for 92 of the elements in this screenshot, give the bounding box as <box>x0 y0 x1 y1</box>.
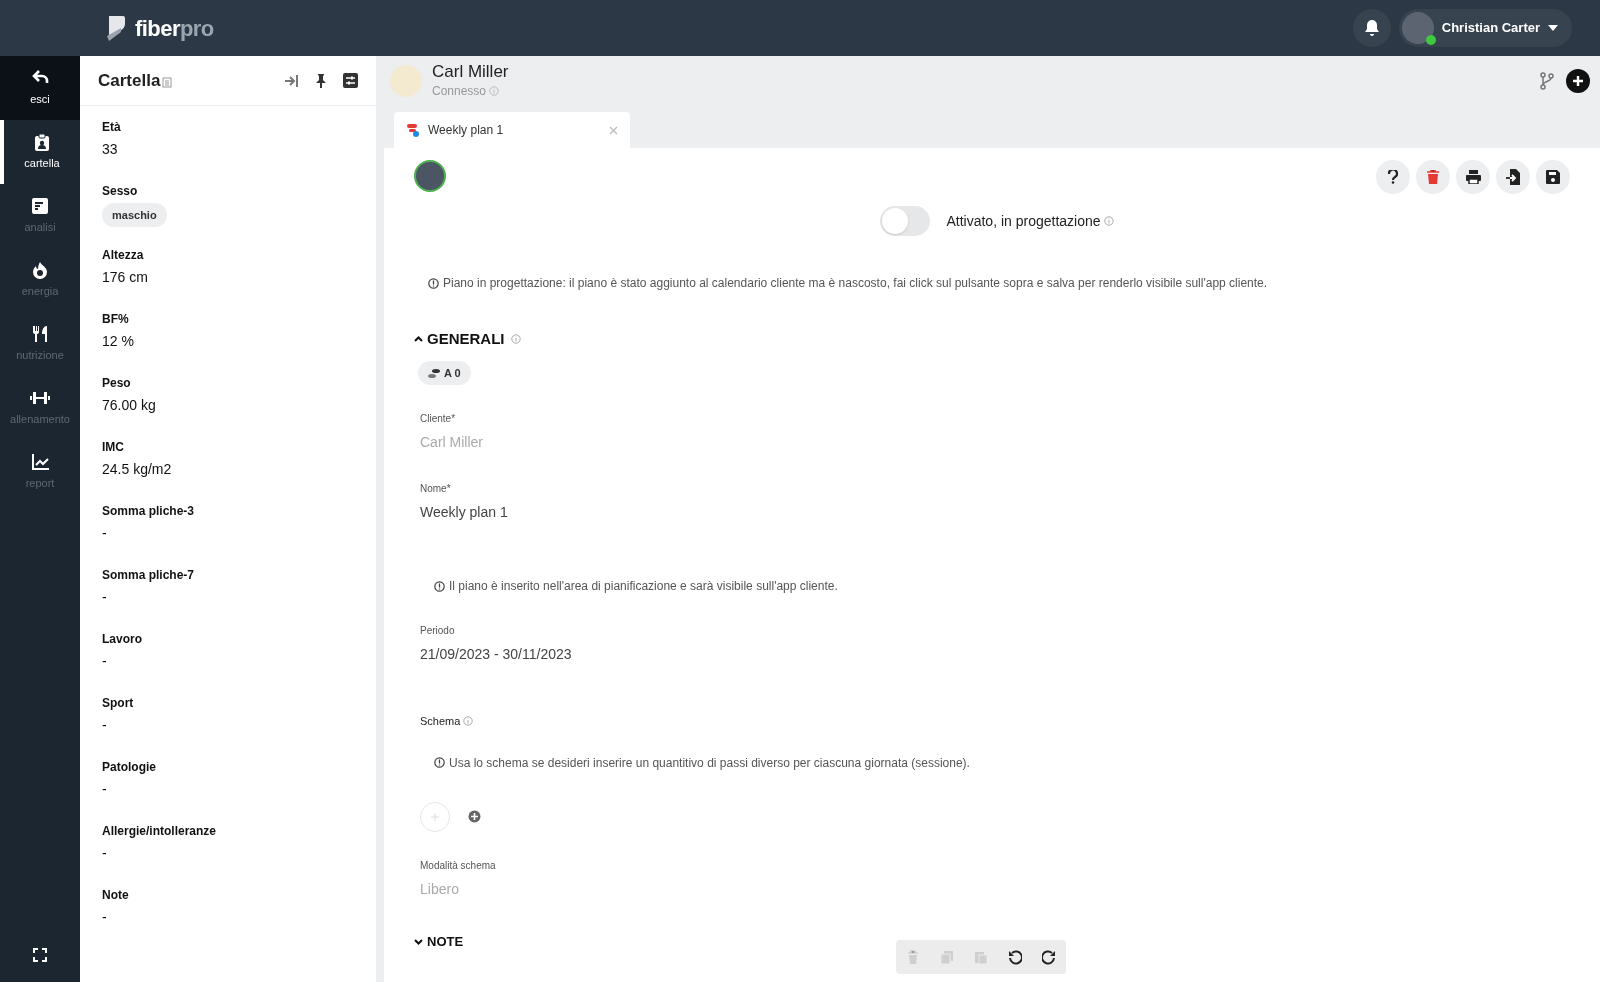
add-button[interactable] <box>1566 69 1590 93</box>
caret-icon <box>1548 25 1558 31</box>
input-field: Libero <box>420 878 720 900</box>
notifications-button[interactable] <box>1352 9 1391 47</box>
field-value: - <box>102 652 108 671</box>
field-label: Peso <box>102 375 132 392</box>
help-button[interactable] <box>1376 160 1410 194</box>
redo-icon[interactable] <box>1042 949 1056 965</box>
settings-sliders-icon[interactable] <box>343 73 358 88</box>
field-label: Schema <box>420 714 461 729</box>
field-value: - <box>102 716 108 735</box>
field-label: Somma pliche-3 <box>102 503 196 520</box>
delete-button[interactable] <box>1416 160 1450 194</box>
client-status: Connesso <box>432 83 487 100</box>
tab[interactable]: Weekly plan 1 <box>394 112 630 148</box>
field-value: - <box>102 844 108 863</box>
alert-icon <box>428 277 439 289</box>
field-label: IMC <box>102 439 125 456</box>
branch-icon[interactable] <box>1540 72 1554 90</box>
field-value: 76.00 kg <box>102 396 157 415</box>
client-name: Carl Miller <box>432 62 509 82</box>
gender-chip: maschio <box>102 203 167 227</box>
tab-icon <box>406 123 420 137</box>
field-label: Periodo <box>420 624 456 638</box>
cutlery-icon <box>31 324 49 343</box>
chevron-icon[interactable] <box>414 937 423 945</box>
panel-title: Cartella <box>98 69 161 92</box>
printer-icon <box>1465 170 1481 184</box>
fullscreen-icon[interactable] <box>33 948 47 962</box>
question-icon <box>1388 170 1398 184</box>
field-value: 24.5 kg/m2 <box>102 460 173 479</box>
alert-icon <box>434 757 445 768</box>
field-label: Età <box>102 119 122 136</box>
section-title[interactable]: NOTE <box>427 931 464 951</box>
user-menu-button[interactable]: Christian Carter <box>1398 9 1572 47</box>
field-label: Lavoro <box>102 631 143 648</box>
input-field[interactable]: 21/09/2023 - 30/11/2023 <box>420 644 720 665</box>
field-label: Cliente* <box>420 412 457 426</box>
export-button[interactable] <box>1496 160 1530 194</box>
clipboard-icon <box>33 132 51 151</box>
info-icon <box>489 86 500 96</box>
chevron-icon[interactable] <box>414 335 423 343</box>
logo-icon <box>105 14 127 42</box>
flame-icon <box>31 260 49 279</box>
field-label: Modalità schema <box>420 858 497 873</box>
collapse-arrow-icon[interactable] <box>285 74 299 87</box>
pin-icon[interactable] <box>315 73 327 88</box>
footprints-icon <box>428 368 440 378</box>
nav-item[interactable]: esci <box>0 56 80 120</box>
document-icon <box>162 76 173 88</box>
plan-card: Attivato, in progettazione Piano in progettazione: il piano è stato aggiunto al calendario cliente ma è nascosto, fai click sul pulsante sopra e salva per renderlo visibile sull'app cliente. GENERALI A 0 Cliente* Carl Miller Nome* Weekly plan 1 Il piano è inserito nell'area di pianificazione e sarà visibile sull'app cliente. Periodo 21/09/2023 - 30/11/2023 Schema Usa lo schema se desideri inserire un quantitivo di passi diverso per ciascuna giornata (sessione). Modalità schema Libero NOTE <box>384 148 1600 982</box>
field-value: - <box>102 524 108 543</box>
field-value: - <box>102 588 108 607</box>
client-avatar <box>390 65 422 97</box>
info-icon <box>1103 216 1114 226</box>
info-icon <box>463 716 474 727</box>
field-label: BF% <box>102 311 130 328</box>
field-label: Altezza <box>102 247 145 264</box>
user-avatar <box>414 160 446 192</box>
input-field[interactable]: Weekly plan 1 <box>420 502 720 523</box>
info-text: Usa lo schema se desideri inserire un quantitivo di passi diverso per ciascuna giornata (sessione). <box>449 754 970 772</box>
field-label: Patologie <box>102 759 157 776</box>
undo-icon[interactable] <box>1008 949 1022 965</box>
field-value: - <box>102 908 108 927</box>
field-label: Somma pliche-7 <box>102 567 196 584</box>
field-label: Sport <box>102 695 135 712</box>
logo-text: fiberpro <box>135 14 214 43</box>
trash-icon <box>1427 170 1439 184</box>
avatar <box>1401 12 1434 44</box>
info-text: Il piano è inserito nell'area di pianificazione e sarà visibile sull'app cliente. <box>449 578 838 595</box>
field-value: 176 cm <box>102 268 149 287</box>
toggle-switch[interactable] <box>880 206 931 236</box>
field-value: 12 % <box>102 332 135 351</box>
save-button[interactable] <box>1536 160 1570 194</box>
print-button[interactable] <box>1456 160 1490 194</box>
field-value: - <box>102 780 108 799</box>
field-label: Note <box>102 887 130 904</box>
info-icon <box>510 334 521 345</box>
bell-icon <box>1363 19 1380 37</box>
chart-icon <box>31 452 49 471</box>
field-label: Nome* <box>420 482 452 496</box>
alert-icon <box>434 580 445 592</box>
plus-circle-icon[interactable] <box>468 810 481 823</box>
plus-icon <box>1572 75 1584 87</box>
file-export-icon <box>1505 169 1521 185</box>
field-label: Allergie/intolleranze <box>102 823 218 840</box>
document-icon <box>31 196 49 215</box>
field-label: Sesso <box>102 183 139 200</box>
field-value: 33 <box>102 140 119 159</box>
plus-icon <box>430 811 440 822</box>
steps-badge: A 0 <box>418 361 471 385</box>
input-field: Carl Miller <box>420 432 720 453</box>
